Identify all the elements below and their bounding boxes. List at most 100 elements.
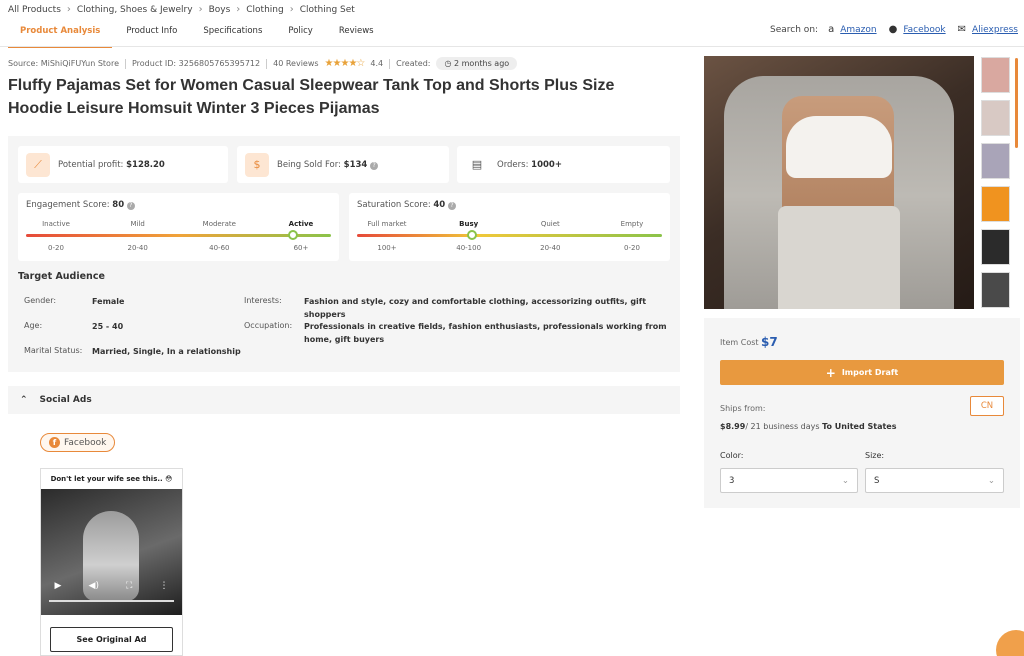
thumbnail-scrollbar[interactable]: [1015, 58, 1018, 148]
image-top: [786, 116, 892, 178]
search-on-links: Search on: a Amazon ● Facebook ✉ Aliexpr…: [770, 24, 1018, 35]
saturation-title: Saturation Score: 40 ?: [357, 200, 456, 210]
product-main-image[interactable]: [704, 56, 974, 309]
rating-value: 4.4: [370, 59, 384, 68]
range-label: 60+: [293, 244, 309, 252]
product-thumbnail[interactable]: [981, 143, 1010, 179]
tab-reviews[interactable]: Reviews: [327, 22, 386, 48]
platform-label: Facebook: [64, 437, 107, 448]
size-select-value: S: [874, 475, 880, 486]
review-count[interactable]: 40 Reviews: [273, 59, 318, 68]
item-cost-label: Item Cost: [720, 338, 759, 347]
shipping-info: $8.99/ 21 business days To United States: [720, 422, 897, 431]
shipping-days: / 21 business days: [745, 422, 820, 431]
volume-icon[interactable]: ◀): [89, 581, 99, 591]
divider: [266, 58, 268, 69]
dollar-icon: $: [245, 152, 269, 177]
engagement-gauge: [26, 230, 331, 240]
facebook-link[interactable]: Facebook: [903, 25, 945, 35]
search-on-label: Search on:: [770, 24, 819, 35]
size-select[interactable]: S ⌄: [865, 468, 1004, 493]
tab-product-info[interactable]: Product Info: [114, 22, 189, 48]
fullscreen-icon[interactable]: ⛶: [126, 581, 132, 591]
sold-label: Being Sold For:: [277, 159, 341, 170]
tab-bar: Product Analysis Product Info Specificat…: [8, 22, 386, 48]
chevron-right-icon: ›: [198, 4, 203, 15]
product-thumbnail[interactable]: [981, 100, 1010, 136]
import-draft-button[interactable]: + Import Draft: [720, 360, 1004, 385]
social-ads-title: Social Ads: [39, 395, 92, 405]
play-icon[interactable]: ▶: [55, 581, 62, 591]
level-label: Quiet: [540, 220, 560, 228]
facebook-icon: f: [49, 437, 60, 448]
chevron-down-icon: ⌄: [987, 475, 995, 486]
engagement-score-card: Engagement Score: 80 ? Inactive Mild Mod…: [18, 193, 339, 261]
product-thumbnail[interactable]: [981, 186, 1010, 222]
age-label: Age:: [24, 321, 43, 330]
product-thumbnail[interactable]: [981, 272, 1010, 308]
help-icon[interactable]: ?: [126, 202, 135, 210]
breadcrumb-item[interactable]: Clothing: [246, 5, 283, 15]
chat-widget-button[interactable]: [996, 630, 1024, 656]
clock-icon: ◷: [444, 59, 454, 68]
chevron-right-icon: ›: [66, 4, 71, 15]
created-badge: ◷ 2 months ago: [436, 57, 518, 70]
import-draft-label: Import Draft: [841, 368, 899, 377]
saturation-gauge: [357, 230, 662, 240]
product-meta: Source: MiShiQiFUYun Store Product ID: 3…: [8, 57, 518, 70]
level-label-active: Busy: [459, 220, 479, 228]
created-label: Created:: [396, 59, 431, 68]
product-thumbnail[interactable]: [981, 229, 1010, 265]
receipt-icon: ▤: [465, 152, 489, 177]
aliexpress-link[interactable]: Aliexpress: [972, 25, 1018, 35]
mail-icon: ✉: [957, 24, 966, 35]
orders-card: ▤ Orders: 1000+: [457, 146, 670, 183]
item-cost-value: $7: [761, 335, 778, 349]
sold-value: $134: [343, 159, 368, 170]
range-label: 0-20: [48, 244, 64, 252]
range-label: 100+: [377, 244, 397, 252]
ad-card: Don't let your wife see this.. 😳 ▶ ◀) ⛶ …: [40, 468, 183, 656]
amazon-link[interactable]: Amazon: [840, 25, 876, 35]
more-icon[interactable]: ⋮: [159, 581, 168, 591]
help-icon[interactable]: ?: [447, 202, 456, 210]
video-progress[interactable]: [49, 600, 174, 602]
star-rating-icon: ★★★★☆: [324, 58, 366, 69]
color-select-value: 3: [729, 475, 735, 486]
engagement-knob: [288, 230, 298, 240]
facebook-filter-chip[interactable]: f Facebook: [40, 433, 116, 452]
tab-divider: [0, 46, 1024, 47]
breadcrumb-item[interactable]: Boys: [209, 5, 231, 15]
breadcrumb-item[interactable]: Clothing Set: [300, 5, 355, 15]
tab-product-analysis[interactable]: Product Analysis: [8, 22, 113, 48]
created-value: 2 months ago: [454, 59, 510, 68]
breadcrumb-item[interactable]: All Products: [8, 5, 61, 15]
range-label: 0-20: [624, 244, 640, 252]
product-id: Product ID: 3256805765395712: [131, 59, 261, 68]
product-thumbnail[interactable]: [981, 57, 1010, 93]
breadcrumb-item[interactable]: Clothing, Shoes & Jewelry: [77, 5, 193, 15]
sold-for-card: $ Being Sold For: $134 ?: [237, 146, 449, 183]
plus-icon: +: [825, 365, 836, 380]
see-original-ad-button[interactable]: See Original Ad: [50, 627, 173, 652]
interests-value: Fashion and style, cozy and comfortable …: [304, 297, 647, 319]
saturation-value: 40: [433, 200, 446, 210]
image-shorts: [778, 206, 900, 309]
orders-value: 1000+: [531, 159, 562, 170]
ad-video[interactable]: ▶ ◀) ⛶ ⋮: [41, 489, 182, 615]
tab-policy[interactable]: Policy: [276, 22, 324, 48]
shipping-destination: To United States: [822, 422, 897, 431]
color-select[interactable]: 3 ⌄: [720, 468, 858, 493]
analysis-panel: ⟋ Potential profit: $128.20 $ Being Sold…: [8, 136, 680, 372]
ships-from-cn-option[interactable]: CN: [970, 396, 1004, 416]
range-label: 40-60: [209, 244, 230, 252]
help-icon[interactable]: ?: [370, 161, 379, 170]
occupation-label: Occupation:: [244, 321, 293, 330]
level-label: Inactive: [42, 220, 70, 228]
interests-label: Interests:: [244, 296, 282, 305]
social-ads-header[interactable]: ⌃ Social Ads: [8, 386, 680, 414]
chart-trend-icon: ⟋: [26, 152, 50, 177]
chevron-up-icon: ⌃: [20, 395, 28, 405]
engagement-levels: Inactive Mild Moderate Active: [26, 220, 331, 228]
tab-specifications[interactable]: Specifications: [191, 22, 274, 48]
